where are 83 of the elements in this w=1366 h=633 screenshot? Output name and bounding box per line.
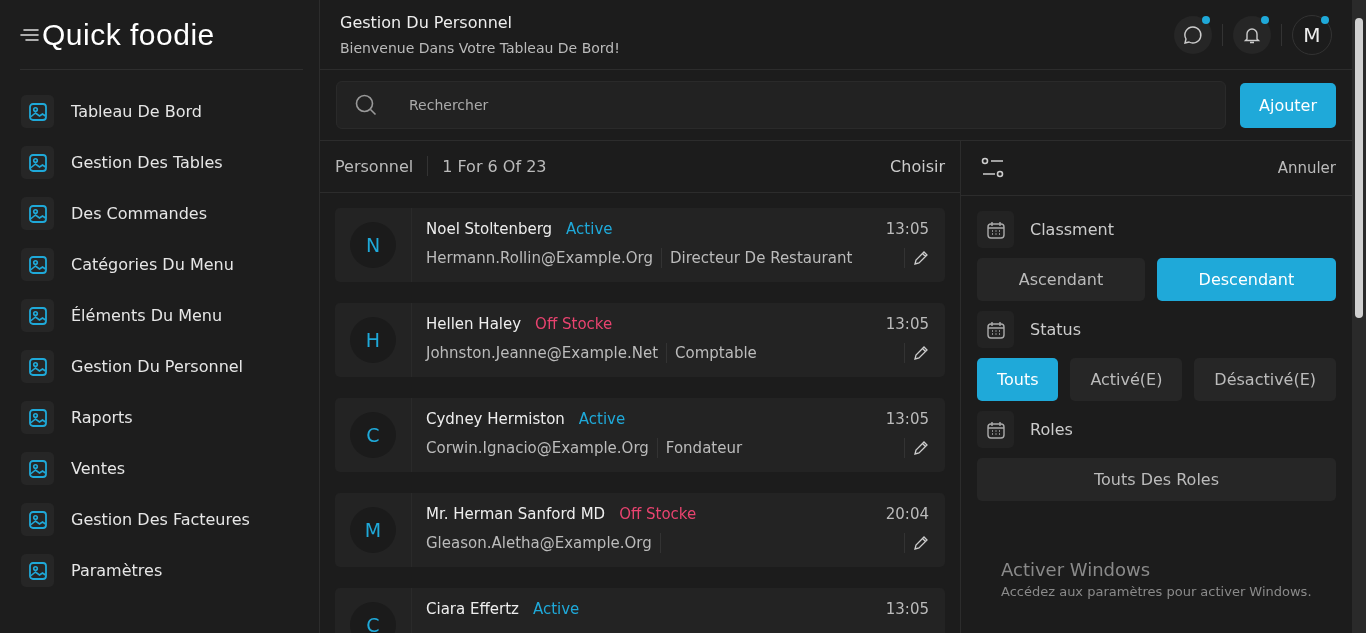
time-text: 13:05 (885, 599, 929, 618)
pencil-icon[interactable] (913, 249, 929, 266)
email-text: Johnston.Jeanne@Example.Net (426, 343, 659, 362)
initial-avatar: C (350, 411, 396, 458)
staff-card[interactable]: C Cydney Hermiston Active 13:05 Corwin.Ignacio@Example.Org Fondateur (335, 397, 945, 472)
image-icon (21, 350, 54, 383)
status-label: Off Stocke (535, 314, 613, 333)
image-icon (21, 299, 54, 332)
role-text: Fondateur (665, 438, 743, 457)
time-text: 13:05 (885, 219, 929, 238)
filter-option[interactable]: Touts Des Roles (977, 458, 1336, 501)
staff-name: Noel Stoltenberg (426, 219, 553, 238)
pencil-icon[interactable] (913, 344, 929, 361)
staff-card[interactable]: M Mr. Herman Sanford MD Off Stocke 20:04 Gleason.Aletha@Example.Org (335, 492, 945, 567)
calendar-icon (977, 211, 1014, 248)
staff-card[interactable]: C Ciara Effertz Active 13:05 (335, 587, 945, 633)
filter-label: Classment (1030, 220, 1114, 239)
filter-option[interactable]: Activé(E) (1070, 358, 1183, 401)
search-icon (354, 93, 378, 117)
staff-name: Cydney Hermiston (426, 409, 565, 428)
staff-name: Mr. Herman Sanford MD (426, 504, 606, 523)
pencil-icon[interactable] (913, 439, 929, 456)
filter-option[interactable]: Ascendant (977, 258, 1145, 301)
activation-message: Accédez aux paramètres pour activer Windows. (1001, 584, 1312, 599)
bell-icon[interactable] (1233, 15, 1271, 54)
sidebar-item[interactable]: Gestion Du Personnel (0, 341, 319, 392)
sidebar-item[interactable]: Gestion Des Facteures (0, 494, 319, 545)
time-text: 20:04 (885, 504, 929, 523)
initial-avatar: M (350, 506, 396, 553)
sidebar-item[interactable]: Gestion Des Tables (0, 137, 319, 188)
calendar-icon (977, 311, 1014, 348)
role-text: Comptable (675, 343, 757, 362)
initial-avatar: H (350, 316, 396, 363)
email-text: Gleason.Aletha@Example.Org (426, 533, 652, 552)
image-icon (21, 554, 54, 587)
page-title: Gestion Du Personnel (340, 13, 514, 32)
sidebar-item[interactable]: Catégories Du Menu (0, 239, 319, 290)
sidebar-item[interactable]: Paramètres (0, 545, 319, 596)
sidebar-item[interactable]: Tableau De Bord (0, 86, 319, 137)
email-text: Hermann.Rollin@Example.Org (426, 248, 653, 267)
pencil-icon[interactable] (913, 534, 929, 551)
time-text: 13:05 (885, 409, 929, 428)
image-icon (21, 452, 54, 485)
staff-card[interactable]: N Noel Stoltenberg Active 13:05 Hermann.Rollin@Example.Org Directeur De Restaurant (335, 207, 945, 282)
filter-label: Roles (1030, 420, 1073, 439)
sidebar-item[interactable]: Raports (0, 392, 319, 443)
staff-name: Ciara Effertz (426, 599, 519, 618)
welcome-text: Bienvenue Dans Votre Tableau De Bord! (340, 40, 620, 56)
sidebar-item[interactable]: Ventes (0, 443, 319, 494)
status-label: Active (578, 409, 626, 428)
sidebar-item[interactable]: Des Commandes (0, 188, 319, 239)
role-text: Directeur De Restaurant (670, 248, 853, 267)
status-label: Active (532, 599, 580, 618)
image-icon (21, 503, 54, 536)
list-title: Personnel (335, 156, 414, 176)
search-field[interactable]: Rechercher (336, 81, 1226, 129)
image-icon (21, 248, 54, 281)
time-text: 13:05 (885, 314, 929, 333)
filter-label: Status (1030, 320, 1081, 339)
status-label: Off Stocke (619, 504, 697, 523)
initial-avatar: N (350, 221, 396, 268)
activation-title: Activer Windows (1001, 559, 1152, 580)
staff-card[interactable]: H Hellen Haley Off Stocke 13:05 Johnston.Jeanne@Example.Net Comptable (335, 302, 945, 377)
image-icon (21, 146, 54, 179)
pagination-range: 1 For 6 Of 23 (442, 156, 547, 176)
user-avatar[interactable]: M (1292, 14, 1332, 55)
select-link[interactable]: Choisir (890, 156, 945, 176)
status-label: Active (566, 219, 613, 238)
staff-name: Hellen Haley (426, 314, 522, 333)
calendar-icon (977, 411, 1014, 448)
logo: Quick foodie (42, 17, 215, 52)
image-icon (21, 197, 54, 230)
image-icon (21, 401, 54, 434)
speed-lines-icon (20, 27, 40, 42)
cancel-link[interactable]: Annuler (1277, 159, 1336, 177)
scrollbar[interactable] (1352, 0, 1366, 633)
sliders-icon[interactable] (981, 157, 1005, 179)
initial-avatar: C (350, 601, 396, 633)
email-text: Corwin.Ignacio@Example.Org (426, 438, 649, 457)
chat-icon[interactable] (1174, 15, 1212, 54)
image-icon (21, 95, 54, 128)
filter-option[interactable]: Désactivé(E) (1194, 358, 1336, 401)
sidebar-item[interactable]: Éléments Du Menu (0, 290, 319, 341)
